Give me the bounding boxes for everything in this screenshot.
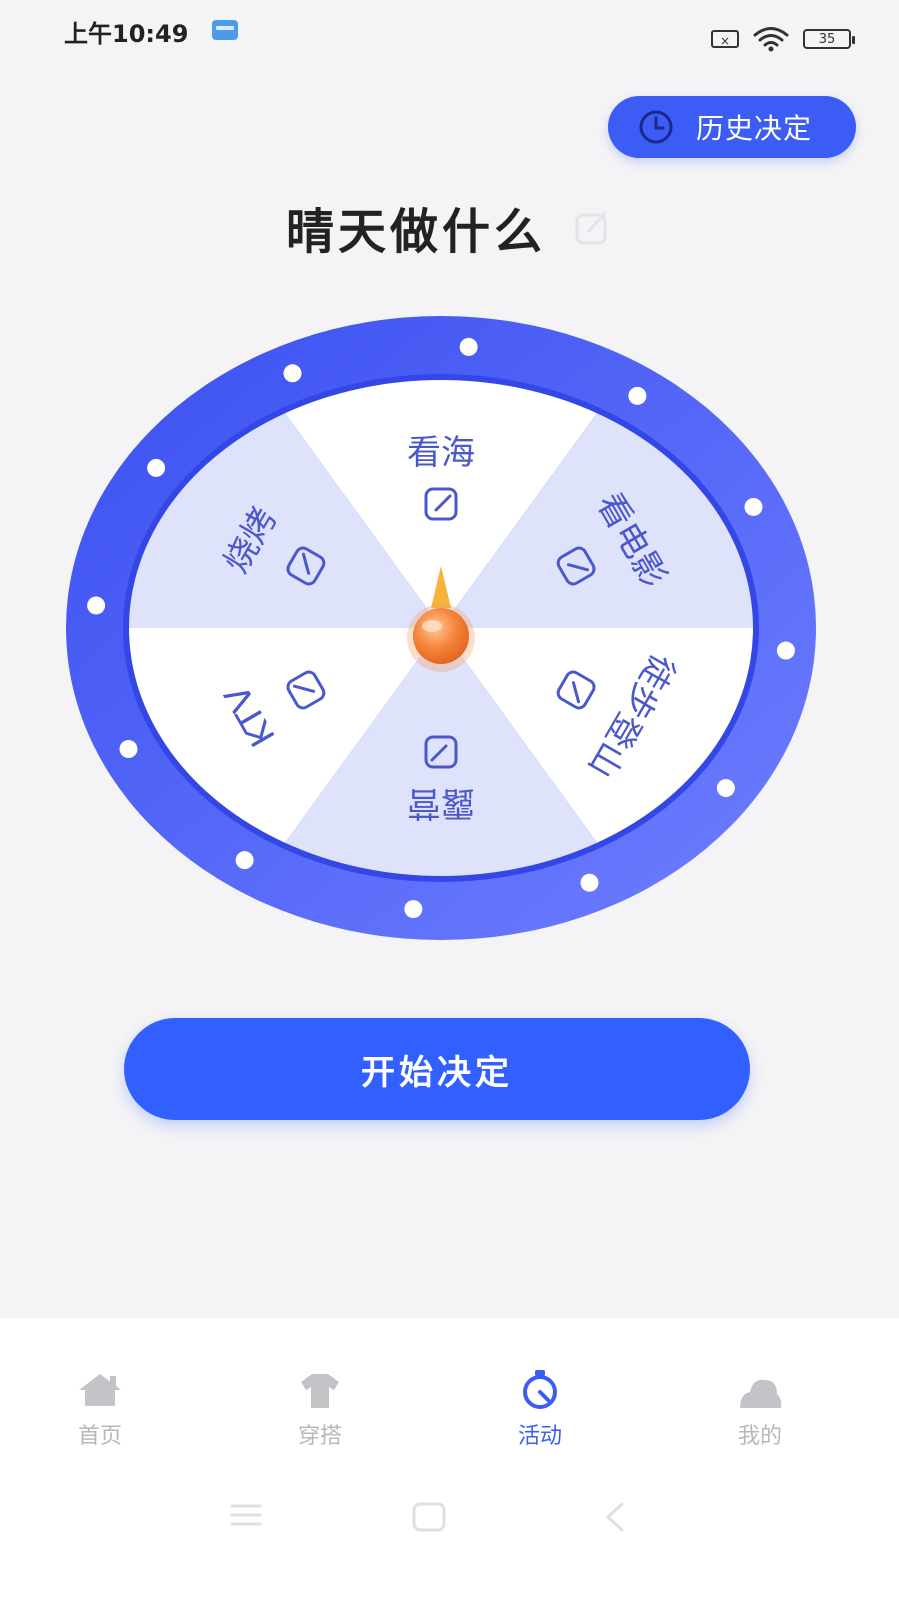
page-title: 晴天做什么 xyxy=(0,192,899,262)
tab-bar: 首页 穿搭 活动 我的 xyxy=(0,1370,899,1470)
edit-title-icon[interactable] xyxy=(573,207,613,247)
wheel-light-dot xyxy=(235,851,254,870)
wheel-light-dot xyxy=(87,596,106,615)
system-nav-bar xyxy=(0,1490,899,1550)
wheel-light-dot xyxy=(776,641,795,660)
tab-activity-label: 活动 xyxy=(517,1424,562,1449)
activity-icon xyxy=(523,1370,557,1409)
wheel-segment-label: 露营 xyxy=(407,783,475,823)
wheel-light-dot xyxy=(404,900,423,919)
wheel-light-dot xyxy=(628,386,647,405)
tab-home-label: 首页 xyxy=(77,1424,122,1449)
start-decision-button[interactable]: 开始决定 xyxy=(124,1018,750,1120)
spin-knob-icon xyxy=(413,608,469,664)
menu-icon[interactable] xyxy=(228,1500,264,1530)
shirt-icon xyxy=(301,1374,339,1408)
decision-wheel[interactable]: 看海 看电影 徒步登山 露营 KTV 烧烤 xyxy=(66,308,816,948)
back-icon[interactable] xyxy=(600,1500,630,1534)
wheel-light-dot xyxy=(716,779,735,798)
no-sim-icon: × xyxy=(711,30,739,48)
tab-profile[interactable]: 我的 xyxy=(700,1370,820,1450)
profile-icon xyxy=(740,1379,782,1408)
home-square-icon[interactable] xyxy=(410,1500,448,1534)
home-icon xyxy=(79,1374,121,1406)
history-decisions-button[interactable]: 历史决定 xyxy=(608,96,856,158)
wheel-light-dot xyxy=(580,873,599,892)
wifi-icon xyxy=(753,27,789,52)
page-title-text: 晴天做什么 xyxy=(285,204,546,260)
wheel-light-dot xyxy=(147,458,166,477)
start-button-label: 开始决定 xyxy=(361,1052,513,1093)
clock-icon xyxy=(639,110,673,144)
tab-outfit[interactable]: 穿搭 xyxy=(260,1370,380,1450)
battery-icon: 35 xyxy=(803,29,855,49)
wheel-light-dot xyxy=(744,497,763,516)
tab-activity[interactable]: 活动 xyxy=(480,1370,600,1450)
sim-card-icon xyxy=(212,20,238,40)
status-time: 上午10:49 xyxy=(64,20,189,48)
wheel-light-dot xyxy=(119,740,138,759)
tab-home[interactable]: 首页 xyxy=(40,1370,160,1450)
tab-profile-label: 我的 xyxy=(737,1424,782,1449)
status-bar: 上午10:49 × 35 xyxy=(0,0,899,70)
wheel-graphic: 看海看电影徒步登山露营KTV烧烤 xyxy=(66,316,816,940)
tab-outfit-label: 穿搭 xyxy=(297,1424,342,1449)
status-icons: × 35 xyxy=(711,26,855,52)
wheel-segment-label: 看海 xyxy=(407,433,475,473)
history-button-label: 历史决定 xyxy=(696,112,813,145)
wheel-light-dot xyxy=(283,364,302,383)
wheel-light-dot xyxy=(459,337,478,356)
